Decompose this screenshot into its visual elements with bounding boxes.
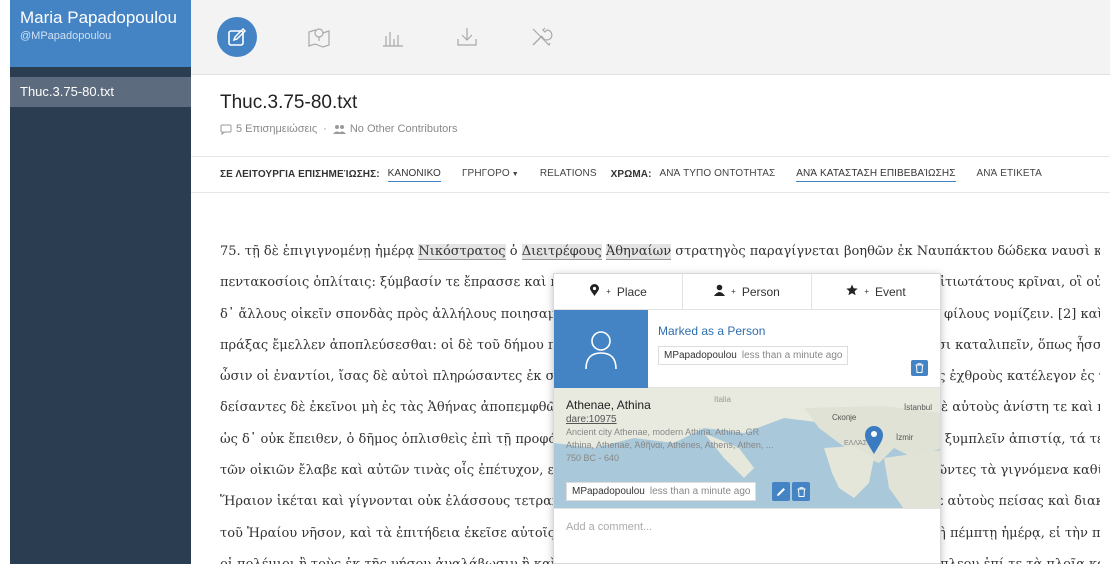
svg-text:İzmir: İzmir	[896, 433, 914, 442]
annotation-athenaion[interactable]: Ἀθηναίων	[605, 244, 672, 260]
user-box[interactable]: Maria Papadopoulou @MPapadopoulou	[10, 0, 191, 67]
svg-text:İstanbul: İstanbul	[904, 403, 932, 412]
place-gazetteer-link[interactable]: dare:10975	[566, 414, 826, 425]
place-tab-label: Place	[616, 284, 647, 299]
contributors-status[interactable]: No Other Contributors	[350, 123, 458, 135]
map-icon	[308, 28, 330, 48]
document-title: Thuc.3.75-80.txt	[220, 92, 358, 113]
place-timestamp: less than a minute ago	[649, 486, 751, 497]
annotation-nikostratos[interactable]: Νικόστρατος	[418, 244, 506, 260]
plus-icon: +	[864, 287, 869, 296]
plus-icon: +	[606, 287, 611, 296]
person-timestamp: less than a minute ago	[741, 350, 843, 361]
text-segment: ὁ	[505, 244, 522, 259]
annotate-button[interactable]	[217, 17, 257, 57]
settings-button[interactable]	[521, 17, 561, 57]
pencil-icon	[777, 487, 785, 496]
place-author-meta: MPapadopoulou less than a minute ago	[566, 482, 757, 501]
annotate-icon	[228, 27, 247, 46]
document-header: Thuc.3.75-80.txt 5 Επισημειώσεις · No Ot…	[191, 76, 1110, 156]
map-label-istanbul: İstanbul	[904, 403, 932, 412]
delete-place-button[interactable]	[792, 482, 810, 501]
entity-type-tabs: + Place + Person + Event	[554, 274, 940, 310]
annotation-popup: + Place + Person + Event Marked as a Per…	[553, 273, 941, 564]
place-alternate-names: Athina, Athenae, Ἀθῆναι, Athènes, Athens…	[566, 440, 774, 450]
person-tab-label: Person	[741, 284, 780, 299]
place-marker-icon	[589, 283, 600, 300]
map-label-izmir: İzmir	[896, 433, 914, 442]
place-date-range: 750 BC - 640	[566, 453, 620, 463]
star-icon	[846, 284, 859, 299]
annotation-mode-bar: ΣΕ ΛΕΙΤΟΥΡΓΙΑ ΕΠΙΣΗΜΕΊΩΣΗΣ: ΚΑΝΟΝΙΚΟ ΓΡΗ…	[191, 156, 1110, 193]
person-status: Marked as a Person	[658, 324, 766, 338]
place-annotation: Italia Скопје İstanbul İzmir ΕΛΛΆΣ Athen…	[554, 388, 940, 509]
text-segment: 75. τῇ δὲ ἐπιγιγνομένῃ ἡμέρᾳ	[220, 244, 419, 259]
annotation-dieitrephous[interactable]: Διειτρέφους	[521, 244, 602, 260]
color-by-type-button[interactable]: ΑΝΆ ΤΥΠΟ ΟΝΤΟΤΗΤΑΣ	[660, 168, 776, 181]
person-avatar	[554, 310, 648, 388]
person-icon	[714, 284, 726, 299]
user-name: Maria Papadopoulou	[20, 8, 177, 27]
text-segment: στρατηγὸς παραγίγνεται βοηθῶν ἐκ Ναυπάκτ…	[675, 244, 1100, 259]
meta-separator: ·	[323, 123, 327, 135]
stats-icon	[383, 32, 403, 47]
mode-label: ΣΕ ΛΕΙΤΟΥΡΓΙΑ ΕΠΙΣΗΜΕΊΩΣΗΣ:	[220, 169, 380, 180]
color-by-tag-button[interactable]: ΑΝΆ ΕΤΙΚΕΤΑ	[977, 168, 1042, 181]
download-button[interactable]	[447, 17, 487, 57]
mode-fast-button[interactable]: ΓΡΗΓΟΡΟ ▼	[462, 168, 519, 181]
person-author-meta: MPapadopoulou less than a minute ago	[658, 346, 849, 365]
map-label-skopje: Скопје	[832, 413, 857, 422]
download-icon	[457, 28, 477, 46]
trash-icon	[915, 363, 924, 373]
comment-icon	[220, 124, 232, 135]
person-tab[interactable]: + Person	[683, 274, 812, 309]
color-label: ΧΡΩΜΑ:	[610, 169, 652, 180]
trash-icon	[797, 486, 805, 497]
delete-person-button[interactable]	[911, 360, 928, 376]
person-author: MPapadopoulou	[664, 350, 737, 361]
event-tab[interactable]: + Event	[812, 274, 940, 309]
settings-icon	[532, 27, 553, 47]
mode-relations-button[interactable]: RELATIONS	[540, 168, 597, 181]
sidebar-item-file[interactable]: Thuc.3.75-80.txt	[10, 77, 191, 107]
caret-down-icon: ▼	[511, 171, 519, 178]
map-label-ellada: ΕΛΛΆΣ	[844, 440, 868, 447]
person-outline-icon	[585, 331, 617, 370]
color-by-status-button[interactable]: ΑΝΆ ΚΑΤΑΣΤΑΣΗ ΕΠΙΒΕΒΑΊΩΣΗΣ	[796, 168, 956, 182]
svg-text:Скопје: Скопје	[832, 413, 857, 422]
mode-fast-label: ΓΡΗΓΟΡΟ	[461, 168, 510, 179]
sidebar: Maria Papadopoulou @MPapadopoulou Thuc.3…	[10, 0, 191, 564]
app-window: Maria Papadopoulou @MPapadopoulou Thuc.3…	[0, 0, 1110, 564]
comment-input[interactable]: Add a comment...	[554, 509, 940, 549]
person-info: Marked as a Person MPapadopoulou less th…	[648, 310, 940, 387]
user-handle: @MPapadopoulou	[20, 30, 112, 42]
place-author: MPapadopoulou	[572, 486, 645, 497]
place-info: Athenae, Athina dare:10975 Ancient city …	[566, 398, 826, 464]
edit-place-button[interactable]	[772, 482, 790, 501]
place-tab[interactable]: + Place	[554, 274, 683, 309]
map-button[interactable]	[299, 17, 339, 57]
users-icon	[332, 125, 346, 134]
svg-text:ΕΛΛΆΣ: ΕΛΛΆΣ	[844, 440, 868, 447]
place-description: Ancient city Athenae, modern Athina. Ath…	[566, 427, 760, 437]
mode-normal-button[interactable]: ΚΑΝΟΝΙΚΟ	[387, 168, 441, 182]
toolbar	[191, 0, 1110, 75]
person-annotation: Marked as a Person MPapadopoulou less th…	[554, 310, 940, 388]
stats-button[interactable]	[373, 17, 413, 57]
annotation-count[interactable]: 5 Επισημειώσεις	[236, 123, 317, 135]
document-meta: 5 Επισημειώσεις · No Other Contributors	[220, 123, 457, 135]
event-tab-label: Event	[874, 284, 906, 299]
plus-icon: +	[731, 287, 736, 296]
place-name: Athenae, Athina	[566, 398, 651, 412]
text-line: 75. τῇ δὲ ἐπιγιγνομένῃ ἡμέρᾳ Νικόστρατος…	[220, 236, 1100, 267]
